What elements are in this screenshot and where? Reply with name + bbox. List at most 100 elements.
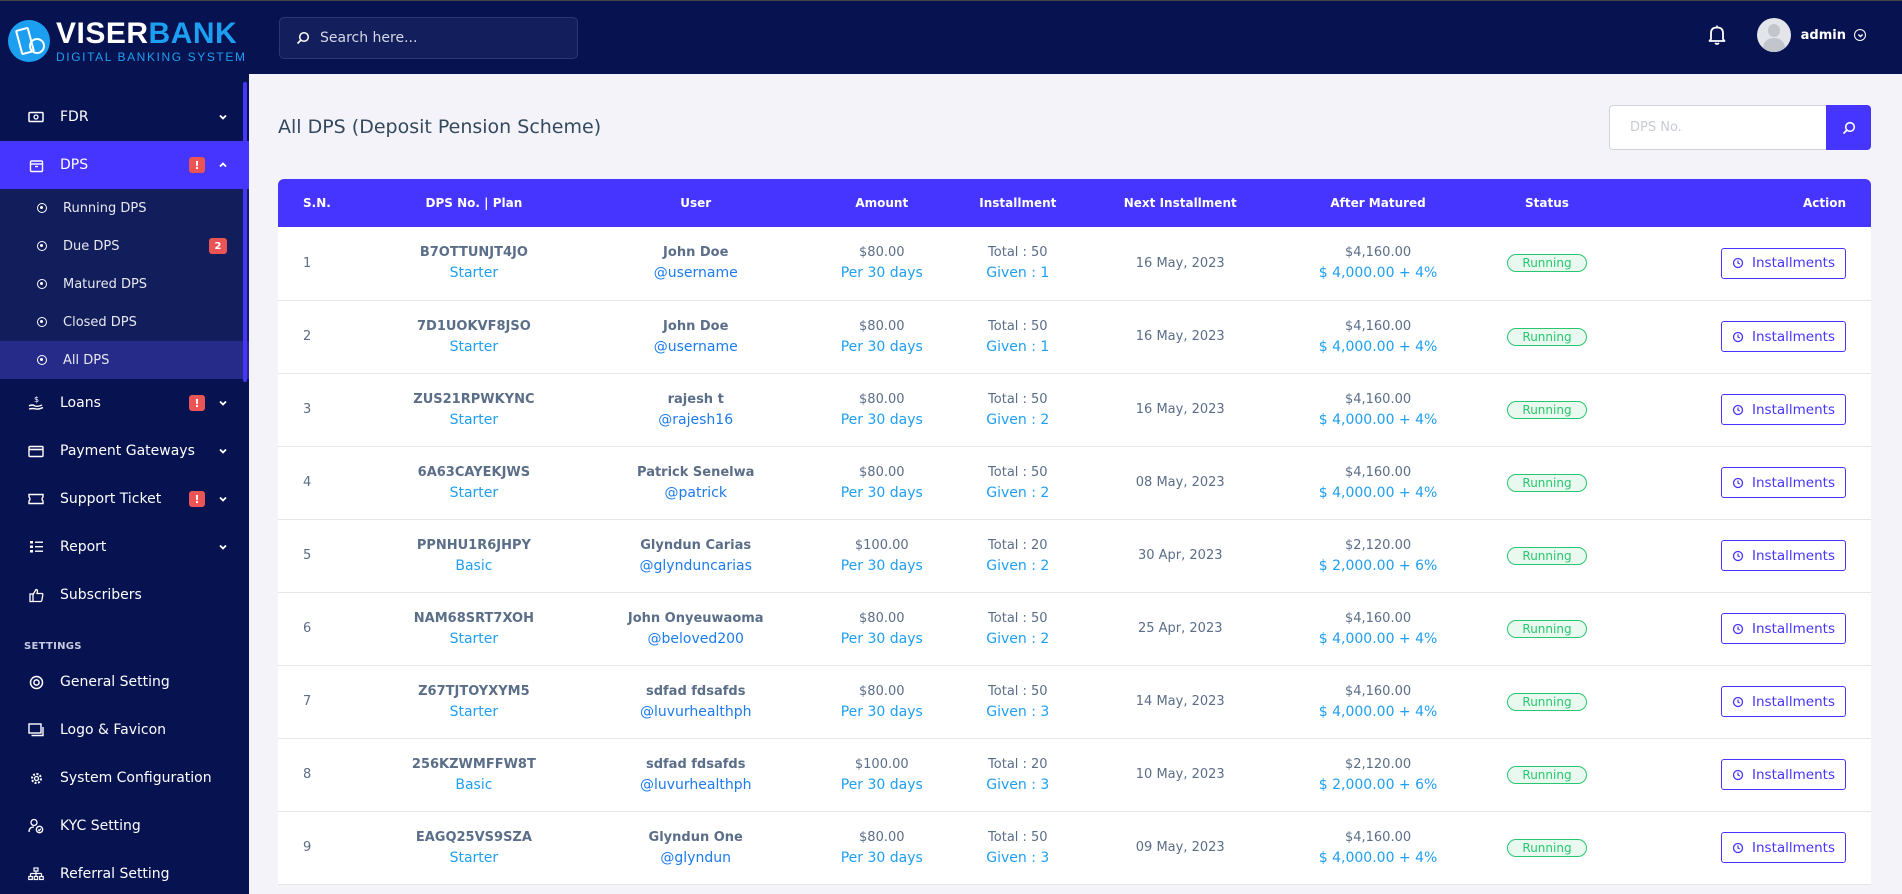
cell-dps-plan: 7D1UOKVF8JSO Starter xyxy=(368,300,580,373)
alert-badge: ! xyxy=(189,395,205,411)
installment-given: Given : 2 xyxy=(986,411,1050,428)
sidebar-item-loans[interactable]: $ Loans ! xyxy=(0,379,249,427)
dps-search-input[interactable] xyxy=(1609,105,1826,150)
installment-total: Total : 50 xyxy=(988,391,1048,407)
col-header-amount: Amount xyxy=(855,196,909,210)
cell-user: sdfad fdsafds @luvurhealthph xyxy=(580,738,812,811)
notification-bell-icon[interactable] xyxy=(1707,24,1727,46)
user-username-link[interactable]: @beloved200 xyxy=(580,629,812,650)
cell-status: Running xyxy=(1479,373,1614,446)
installments-button[interactable]: Installments xyxy=(1721,321,1846,352)
sidebar-item-payment-gateways[interactable]: Payment Gateways xyxy=(0,427,249,475)
installments-button[interactable]: Installments xyxy=(1721,832,1846,863)
logo-tagline: DIGITAL BANKING SYSTEM xyxy=(56,49,247,64)
sidebar-item-logo-favicon[interactable]: Logo & Favicon xyxy=(0,706,249,754)
amount-value: $80.00 xyxy=(859,464,905,480)
amount-period: Per 30 days xyxy=(840,776,923,793)
cell-dps-plan: PPNHU1R6JHPY Basic xyxy=(368,519,580,592)
avatar xyxy=(1756,18,1791,52)
installment-total: Total : 50 xyxy=(988,464,1048,480)
installments-button-label: Installments xyxy=(1752,474,1835,491)
amount-value: $80.00 xyxy=(859,610,905,626)
installment-given: Given : 3 xyxy=(986,776,1050,793)
installments-button[interactable]: Installments xyxy=(1721,540,1846,571)
installments-button-label: Installments xyxy=(1752,401,1835,418)
user-username-link[interactable]: @username xyxy=(580,263,812,284)
cell-sn: 6 xyxy=(303,621,312,636)
svg-text:$: $ xyxy=(34,395,39,404)
cell-action: Installments xyxy=(1615,227,1871,300)
sidebar-item-general-setting[interactable]: General Setting xyxy=(0,658,249,706)
dps-search-button[interactable] xyxy=(1826,105,1871,150)
sidebar-item-support-ticket[interactable]: Support Ticket ! xyxy=(0,475,249,523)
user-menu[interactable]: admin xyxy=(1756,18,1866,52)
chevron-down-icon xyxy=(217,397,229,409)
cell-sn: 2 xyxy=(303,329,312,344)
cell-next-installment: 30 Apr, 2023 xyxy=(1137,548,1223,563)
cog-icon xyxy=(28,770,44,786)
sidebar-item-referral-setting[interactable]: Referral Setting xyxy=(0,850,249,894)
history-icon xyxy=(1732,404,1744,415)
sidebar-item-label: Subscribers xyxy=(60,587,142,603)
sidebar-subitem-matured-dps[interactable]: Matured DPS xyxy=(0,265,249,303)
user-username-link[interactable]: @username xyxy=(580,337,812,358)
matured-detail: $ 2,000.00 + 6% xyxy=(1318,557,1438,574)
cell-installment: Total : 50 Given : 1 xyxy=(952,227,1084,300)
user-username-link[interactable]: @patrick xyxy=(580,483,812,504)
sidebar-item-subscribers[interactable]: Subscribers xyxy=(0,571,249,619)
sidebar-item-report[interactable]: Report xyxy=(0,523,249,571)
sidebar-item-system-configuration[interactable]: System Configuration xyxy=(0,754,249,802)
installment-given: Given : 3 xyxy=(986,849,1050,866)
user-username-link[interactable]: @luvurhealthph xyxy=(580,702,812,723)
sidebar-item-dps[interactable]: DPS ! xyxy=(0,141,249,189)
cell-installment: Total : 50 Given : 1 xyxy=(952,300,1084,373)
sidebar-item-label: Referral Setting xyxy=(60,866,170,882)
sidebar-item-label: DPS xyxy=(60,157,89,173)
cell-sn: 1 xyxy=(303,255,312,271)
sidebar-subitem-closed-dps[interactable]: Closed DPS xyxy=(0,303,249,341)
sidebar-subitem-running-dps[interactable]: Running DPS xyxy=(0,189,249,227)
installments-button[interactable]: Installments xyxy=(1721,759,1846,790)
installments-button[interactable]: Installments xyxy=(1721,467,1846,498)
cell-user: Glyndun Carias @glynduncarias xyxy=(580,519,812,592)
cell-action: Installments xyxy=(1615,300,1871,373)
installments-button[interactable]: Installments xyxy=(1721,247,1846,279)
user-fullname: rajesh t xyxy=(667,391,724,407)
cell-after-matured: $4,160.00 $ 4,000.00 + 4% xyxy=(1277,665,1480,738)
global-search[interactable] xyxy=(279,17,578,59)
sidebar-subitem-all-dps[interactable]: All DPS xyxy=(0,341,249,379)
sidebar-subitem-label: Closed DPS xyxy=(63,314,137,330)
sidebar-subitem-label: All DPS xyxy=(63,352,110,368)
sidebar-item-kyc-setting[interactable]: KYC Setting xyxy=(0,802,249,850)
sidebar: VISERBANK DIGITAL BANKING SYSTEM FDR DPS… xyxy=(0,0,249,894)
user-username-link[interactable]: @luvurhealthph xyxy=(580,775,812,796)
global-search-input[interactable] xyxy=(320,30,550,46)
user-username-link[interactable]: @glyndun xyxy=(580,848,812,869)
cell-amount: $80.00 Per 30 days xyxy=(812,227,952,300)
amount-period: Per 30 days xyxy=(840,265,923,282)
cell-next-installment: 16 May, 2023 xyxy=(1135,329,1225,344)
cell-installment: Total : 50 Given : 3 xyxy=(952,665,1084,738)
sidebar-item-fdr[interactable]: FDR xyxy=(0,93,249,141)
dot-circle-icon xyxy=(37,317,47,327)
logo[interactable]: VISERBANK DIGITAL BANKING SYSTEM xyxy=(0,0,249,80)
installments-button[interactable]: Installments xyxy=(1721,686,1846,717)
cell-next-installment: 09 May, 2023 xyxy=(1135,840,1225,855)
installments-button[interactable]: Installments xyxy=(1721,394,1846,425)
user-username-link[interactable]: @glynduncarias xyxy=(580,556,812,577)
sidebar-subitem-due-dps[interactable]: Due DPS 2 xyxy=(0,227,249,265)
cell-sn: 3 xyxy=(303,402,312,417)
cell-dps-plan: Z67TJTOYXYM5 Starter xyxy=(368,665,580,738)
dps-table: S.N. DPS No. | Plan User Amount Installm… xyxy=(278,179,1871,885)
amount-value: $80.00 xyxy=(859,829,905,845)
cell-dps-plan: 256KZWMFFW8T Basic xyxy=(368,738,580,811)
installment-total: Total : 20 xyxy=(988,756,1048,772)
installments-button[interactable]: Installments xyxy=(1721,613,1846,644)
user-username-link[interactable]: @rajesh16 xyxy=(580,410,812,431)
user-fullname: Glyndun One xyxy=(648,829,743,845)
cell-action: Installments xyxy=(1615,373,1871,446)
dot-circle-icon xyxy=(37,355,47,365)
cell-user: John Onyeuwaoma @beloved200 xyxy=(580,592,812,665)
amount-period: Per 30 days xyxy=(840,411,923,428)
sidebar-item-label: Report xyxy=(60,539,107,555)
